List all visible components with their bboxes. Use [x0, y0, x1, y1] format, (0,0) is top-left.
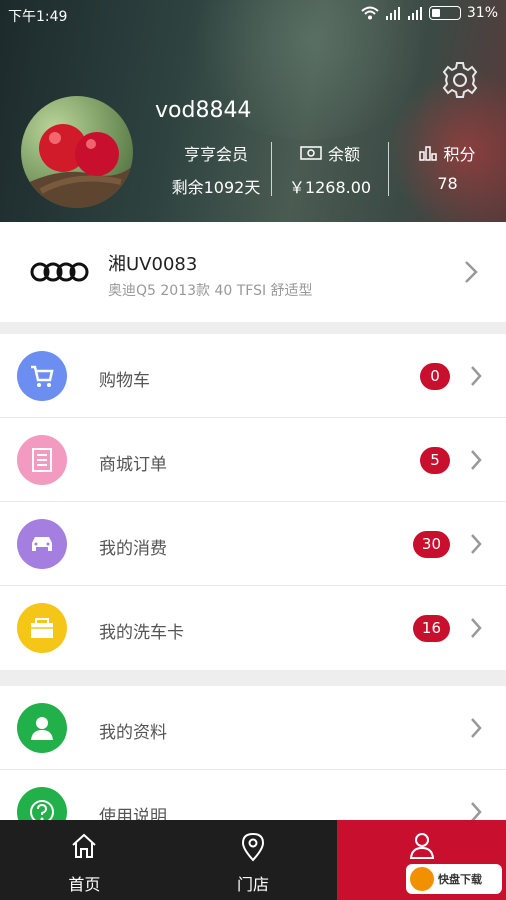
menu-item-wash-card[interactable]: 我的洗车卡 16 — [0, 586, 506, 670]
menu-item-my-spending[interactable]: 我的消费 30 — [0, 502, 506, 586]
user-icon — [409, 833, 434, 859]
menu-group-orders: 购物车 0 商城订单 5 我的消费 30 我的洗车卡 16 — [0, 334, 506, 670]
chevron-right-icon — [471, 366, 482, 386]
menu-item-label: 我的洗车卡 — [99, 623, 184, 643]
signal-icon — [385, 7, 400, 20]
tab-label: 首页 — [68, 875, 101, 894]
menu-item-my-profile[interactable]: 我的资料 — [0, 686, 506, 770]
cart-icon-badge — [17, 351, 67, 401]
signal-icon-2 — [407, 7, 422, 20]
count-badge: 16 — [412, 615, 450, 642]
profile-header: 下午1:49 31% vod8844 亨亨会员 剩余1092天 余额 ￥1268… — [0, 0, 506, 222]
count-badge: 5 — [420, 447, 450, 474]
chevron-right-icon — [471, 450, 482, 470]
username: vod8844 — [155, 98, 252, 123]
tab-home[interactable]: 首页 — [0, 820, 169, 900]
car-info-row[interactable]: 湘UV0083 奥迪Q5 2013款 40 TFSI 舒适型 — [0, 222, 506, 322]
car-plate: 湘UV0083 — [108, 254, 198, 275]
membership-stat[interactable]: 亨亨会员 剩余1092天 — [160, 140, 272, 200]
card-box-icon — [31, 618, 53, 638]
menu-item-label: 购物车 — [99, 371, 150, 391]
avatar[interactable] — [21, 96, 133, 208]
menu-item-label: 我的资料 — [99, 723, 167, 743]
gear-icon[interactable] — [440, 60, 480, 100]
car-icon — [32, 537, 52, 551]
watermark-logo: 快盘下载 — [406, 864, 503, 894]
count-badge: 30 — [412, 531, 450, 558]
membership-label: 亨亨会员 — [183, 145, 248, 164]
menu-item-cart[interactable]: 购物车 0 — [0, 334, 506, 418]
audi-logo-icon — [30, 262, 89, 282]
bottom-tab-bar: 首页 门店 我的 快盘下载 — [0, 820, 506, 900]
chevron-right-icon — [471, 534, 482, 554]
balance-value: ￥1268.00 — [288, 178, 372, 197]
balance-label: 余额 — [327, 145, 360, 164]
chevron-right-icon — [471, 618, 482, 638]
person-icon — [31, 717, 53, 740]
watermark-text: 快盘下载 — [438, 873, 483, 886]
tab-stores[interactable]: 门店 — [169, 820, 338, 900]
menu-item-mall-orders[interactable]: 商城订单 5 — [0, 418, 506, 502]
menu-item-label: 我的消费 — [99, 539, 167, 559]
status-icons: 31% — [361, 5, 498, 21]
wifi-icon — [361, 6, 379, 20]
tab-mine[interactable]: 我的 快盘下载 — [337, 820, 506, 900]
battery-percent: 31% — [466, 5, 498, 21]
home-icon — [72, 833, 97, 858]
person-icon-badge — [17, 703, 67, 753]
tab-label: 门店 — [237, 875, 270, 894]
order-list-icon — [32, 448, 52, 472]
wallet-icon — [300, 146, 322, 160]
car-model: 奥迪Q5 2013款 40 TFSI 舒适型 — [108, 283, 313, 299]
order-icon-badge — [17, 435, 67, 485]
card-box-icon-badge — [17, 603, 67, 653]
points-chart-icon — [419, 146, 438, 161]
watermark-badge-icon — [410, 867, 435, 891]
cart-icon — [31, 365, 54, 387]
status-time: 下午1:49 — [8, 9, 68, 25]
chevron-right-icon — [465, 261, 478, 283]
status-bar: 下午1:49 31% — [0, 0, 506, 28]
balance-stat[interactable]: 余额 ￥1268.00 — [272, 140, 388, 200]
location-pin-icon — [241, 832, 265, 862]
battery-icon — [428, 6, 461, 20]
chevron-right-icon — [471, 718, 482, 738]
points-stat[interactable]: 积分 78 — [389, 140, 506, 200]
points-label: 积分 — [443, 145, 476, 164]
car-icon-badge — [17, 519, 67, 569]
menu-item-label: 商城订单 — [99, 455, 167, 475]
membership-value: 剩余1092天 — [171, 178, 261, 197]
avatar-image — [21, 124, 133, 208]
points-value: 78 — [437, 174, 458, 193]
count-badge: 0 — [420, 363, 450, 390]
